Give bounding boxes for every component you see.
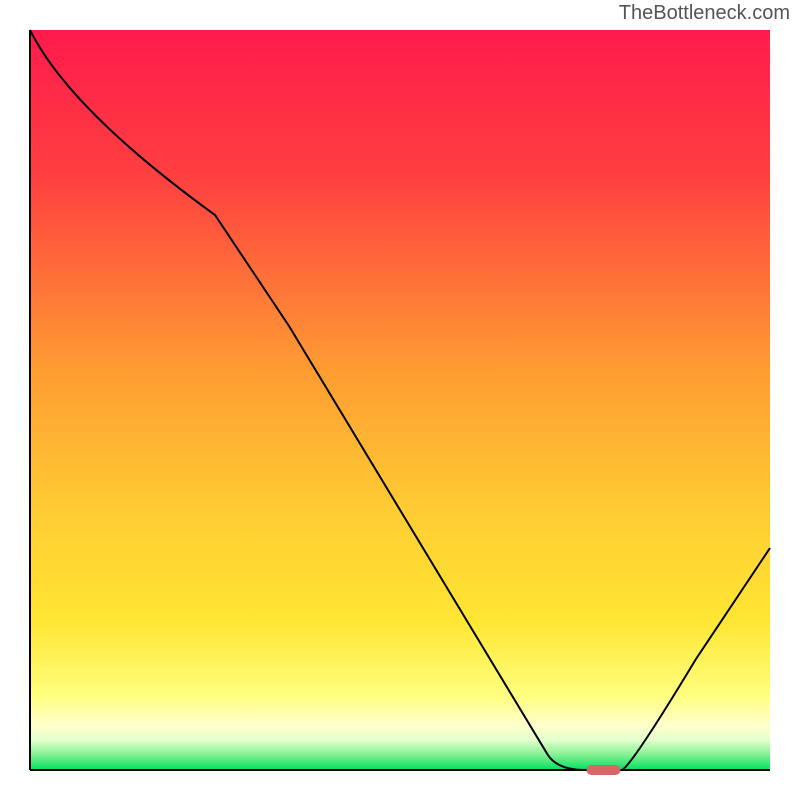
optimal-marker <box>587 765 621 775</box>
chart-svg <box>0 0 800 800</box>
watermark-text: TheBottleneck.com <box>619 2 790 25</box>
plot-area <box>30 30 770 770</box>
chart-container: TheBottleneck.com <box>0 0 800 800</box>
